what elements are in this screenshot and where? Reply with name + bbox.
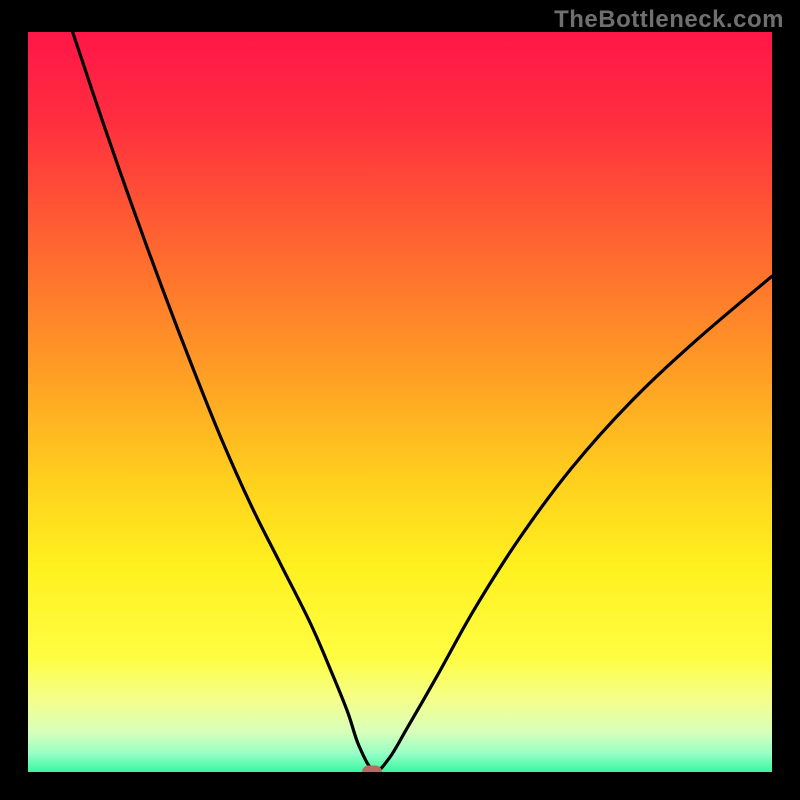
plot-area xyxy=(28,32,772,772)
chart-frame: TheBottleneck.com xyxy=(0,0,800,800)
optimum-marker xyxy=(362,766,382,773)
curve-layer xyxy=(28,32,772,772)
bottleneck-curve xyxy=(73,32,772,771)
watermark-text: TheBottleneck.com xyxy=(554,6,784,34)
